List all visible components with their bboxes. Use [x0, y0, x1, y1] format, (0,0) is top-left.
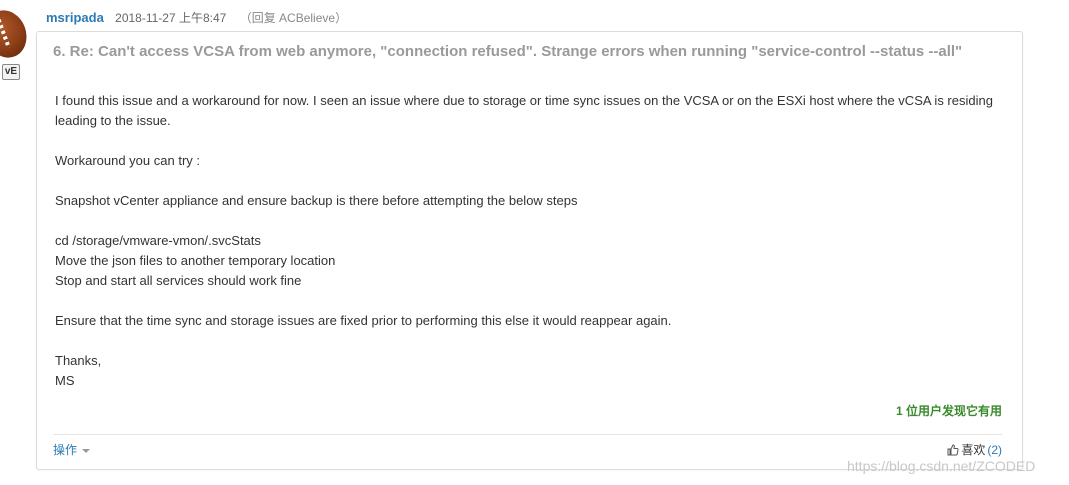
actions-menu-button[interactable]: 操作 — [53, 441, 91, 458]
football-lace — [0, 18, 11, 49]
watermark: https://blog.csdn.net/ZCODED — [847, 458, 1036, 474]
post-body: I found this issue and a workaround for … — [55, 91, 1005, 411]
step-line: Stop and start all services should work … — [55, 273, 302, 288]
reply-user-link[interactable]: ACBelieve — [279, 11, 335, 25]
body-paragraph: Ensure that the time sync and storage is… — [55, 313, 672, 328]
thumbs-up-icon — [947, 444, 959, 459]
footer-divider — [53, 434, 1002, 435]
body-paragraph: Workaround you can try : — [55, 153, 200, 168]
reply-suffix: ） — [335, 11, 348, 25]
like-label: 喜欢 — [961, 443, 986, 457]
chevron-down-icon — [82, 448, 91, 453]
author-link[interactable]: msripada — [46, 10, 104, 25]
body-paragraph: I found this issue and a workaround for … — [55, 93, 993, 128]
like-count[interactable]: (2) — [987, 443, 1002, 457]
reply-info: （回复 ACBelieve） — [240, 11, 347, 25]
post-header: msripada 2018-11-27 上午8:47 （回复 ACBelieve… — [46, 10, 347, 26]
ve-badge: vE — [2, 64, 20, 80]
steps-list: cd /storage/vmware-vmon/.svcStats Move t… — [55, 231, 1005, 291]
signature-line: MS — [55, 373, 75, 388]
step-line: Move the json files to another temporary… — [55, 253, 336, 268]
signature-block: Thanks, MS — [55, 351, 1005, 391]
closing-line: Thanks, — [55, 353, 102, 368]
post-title[interactable]: 6. Re: Can't access VCSA from web anymor… — [53, 43, 1013, 60]
post-card: 6. Re: Can't access VCSA from web anymor… — [36, 31, 1023, 470]
reply-prefix: （回复 — [239, 11, 276, 25]
like-button[interactable]: 喜欢 (2) — [947, 441, 1002, 459]
post-date: 2018-11-27 上午8:47 — [115, 11, 227, 25]
helpful-count: 1 位用户发现它有用 — [895, 404, 1002, 418]
actions-label: 操作 — [53, 443, 78, 457]
step-line: cd /storage/vmware-vmon/.svcStats — [55, 233, 261, 248]
body-paragraph: Snapshot vCenter appliance and ensure ba… — [55, 193, 578, 208]
user-avatar[interactable] — [0, 4, 34, 64]
